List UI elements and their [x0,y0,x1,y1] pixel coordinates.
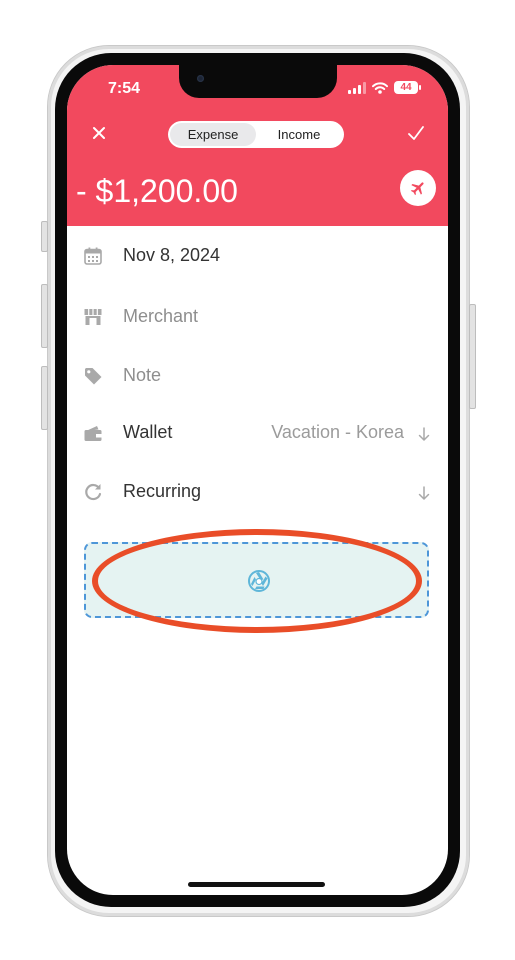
store-icon [84,309,102,325]
recurring-label: Recurring [123,481,202,501]
wallet-icon [84,426,102,441]
annotation-highlight-ellipse [92,529,422,633]
segment-income[interactable]: Income [256,123,342,146]
date-value: Nov 8, 2024 [123,245,221,265]
wallet-row[interactable]: Wallet Vacation - Korea [67,413,448,453]
recurring-row[interactable]: Recurring [67,472,448,512]
airplane-icon [410,182,424,196]
arrow-down-icon [418,427,430,441]
tag-icon [85,368,102,385]
merchant-field: Merchant [123,306,199,326]
date-row[interactable]: Nov 8, 2024 [67,236,448,276]
wallet-label: Wallet [123,422,173,442]
checkmark-icon [408,126,424,140]
type-segmented-control: Expense Income [168,121,344,148]
repeat-icon [85,483,102,501]
status-indicators: 44 [348,81,421,94]
wifi-icon [372,81,388,94]
calendar-icon [84,247,102,265]
note-row[interactable]: Note [67,356,448,396]
volume-down-button [41,366,48,430]
merchant-row[interactable]: Merchant [67,297,448,337]
close-button[interactable] [88,122,110,144]
device-notch [179,65,337,98]
cellular-signal-icon [348,81,366,94]
mute-switch [41,221,48,252]
segment-expense[interactable]: Expense [170,123,256,146]
amount-display[interactable]: - $1,200.00 [76,173,238,210]
status-time: 7:54 [108,80,141,97]
battery-indicator: 44 [394,81,421,94]
close-icon [93,127,105,139]
category-button[interactable] [400,170,436,206]
app-screen: 7:54 44 Expense Income - $1,200.00 Nov 8… [67,65,448,895]
front-camera [197,75,204,82]
volume-up-button [41,284,48,348]
home-indicator [188,882,325,887]
arrow-down-icon [418,486,430,500]
wallet-value: Vacation - Korea [271,422,404,442]
note-field: Note [123,365,162,385]
power-button [469,304,476,409]
save-button[interactable] [405,122,427,144]
